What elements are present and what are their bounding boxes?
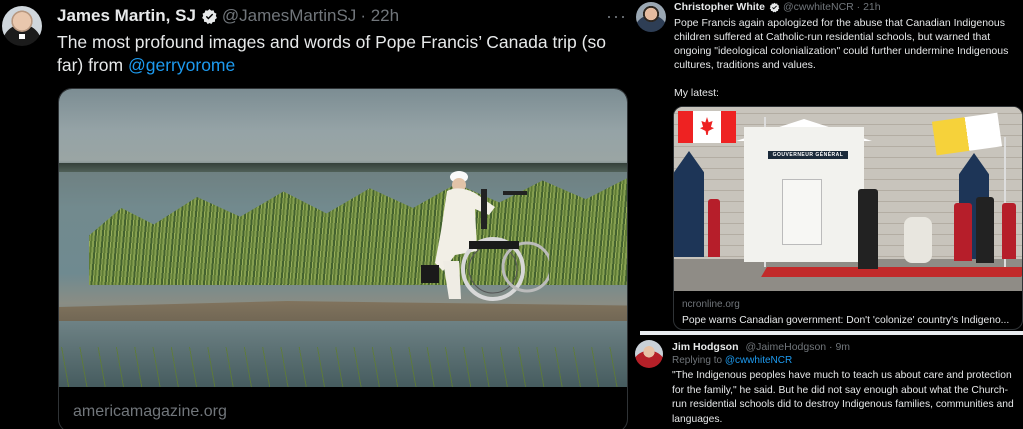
link-card[interactable]: GOUVERNEUR GÉNÉRAL ncronline.org Pope wa…: [673, 106, 1023, 330]
tweet-body: Pope Francis again apologized for the ab…: [674, 17, 1009, 71]
author-handle[interactable]: @JamesMartinSJ: [222, 6, 356, 26]
card-domain[interactable]: americamagazine.org: [73, 403, 227, 421]
quoted-tweet[interactable]: Christopher White @cwwhiteNCR · 21h Pope…: [634, 0, 1023, 331]
pope-wheelchair-image: [421, 171, 549, 301]
verified-badge-icon: [201, 8, 217, 24]
tweet-text: The most profound images and words of Po…: [57, 31, 632, 77]
mention-link[interactable]: @gerryorome: [128, 55, 235, 75]
tweet-time[interactable]: · 22h: [360, 6, 399, 26]
author-avatar[interactable]: [635, 340, 663, 368]
tweet-header: Jim Hodgson @JaimeHodgson · 9m: [672, 341, 850, 353]
rideau-hall-photo: GOUVERNEUR GÉNÉRAL: [674, 107, 1022, 291]
more-options-icon[interactable]: ···: [606, 6, 627, 27]
author-name[interactable]: James Martin, SJ: [57, 6, 196, 26]
tweet-header: Christopher White @cwwhiteNCR · 21h: [674, 1, 881, 13]
building-sign: GOUVERNEUR GÉNÉRAL: [772, 152, 844, 158]
author-avatar[interactable]: [636, 2, 666, 32]
tweet-divider: [640, 331, 1023, 335]
tweet-text: Pope Francis again apologized for the ab…: [674, 16, 1020, 100]
author-name[interactable]: Christopher White: [674, 1, 765, 13]
author-avatar[interactable]: [2, 6, 42, 46]
card-domain[interactable]: ncronline.org: [682, 299, 740, 310]
replying-prefix: Replying to: [672, 355, 725, 366]
canada-flag-icon: [678, 111, 736, 143]
sentry-box: [674, 151, 704, 257]
tweet-header: James Martin, SJ @JamesMartinSJ · 22h: [57, 6, 399, 26]
tweet-body-2: My latest:: [674, 87, 719, 99]
mention-link[interactable]: @cwwhiteNCR: [725, 355, 792, 366]
card-title[interactable]: Pope warns Canadian government: Don't 'c…: [682, 315, 1009, 326]
right-column: Christopher White @cwwhiteNCR · 21h Pope…: [634, 0, 1023, 429]
replying-to: Replying to @cwwhiteNCR: [672, 355, 792, 366]
author-handle[interactable]: @cwwhiteNCR · 21h: [783, 1, 881, 13]
link-card[interactable]: americamagazine.org: [58, 88, 628, 429]
pope-lakeside-photo: [59, 89, 627, 387]
left-tweet[interactable]: James Martin, SJ @JamesMartinSJ · 22h ··…: [0, 0, 634, 429]
author-name[interactable]: Jim Hodgson: [672, 341, 739, 353]
tweet-text: "The Indigenous peoples have much to tea…: [672, 370, 1014, 425]
author-handle[interactable]: @JaimeHodgson · 9m: [745, 341, 850, 353]
verified-badge-icon: [769, 2, 780, 12]
reply-tweet[interactable]: Jim Hodgson @JaimeHodgson · 9m Replying …: [634, 336, 1023, 429]
